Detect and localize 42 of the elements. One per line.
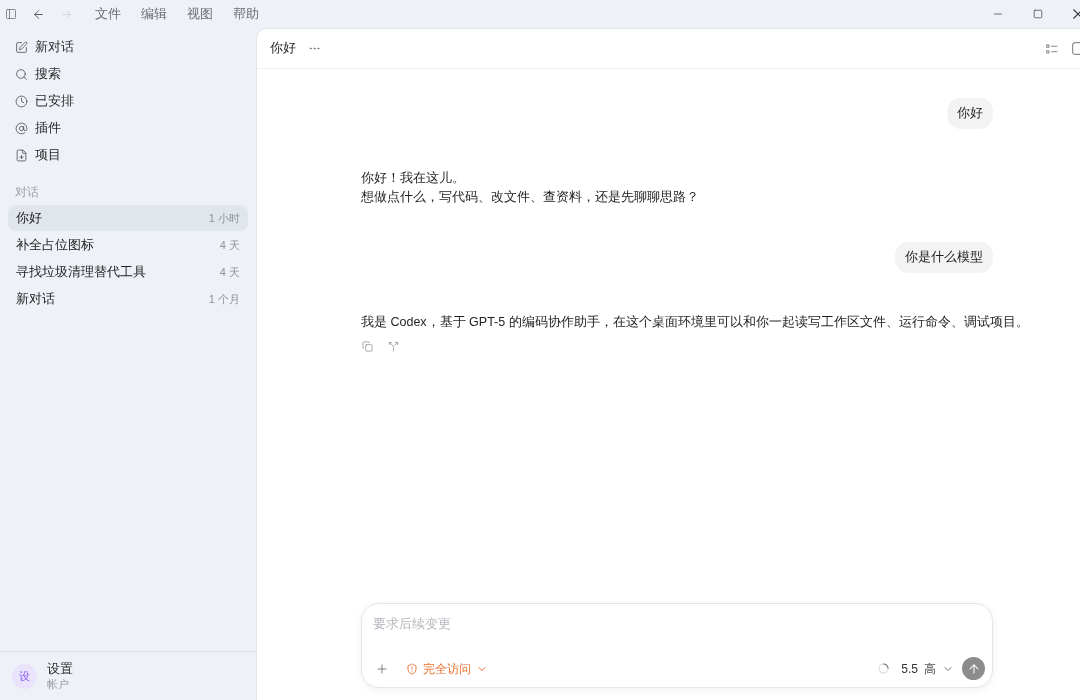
menu-item[interactable]: 帮助: [223, 3, 269, 25]
copy-icon: [361, 340, 373, 352]
clock-icon: [15, 95, 28, 108]
document-plus-icon: [15, 149, 28, 162]
panel-icon: [1072, 42, 1080, 55]
model-dropdown[interactable]: 5.5 高: [901, 659, 954, 678]
menu-item[interactable]: 编辑: [131, 3, 177, 25]
spinner-icon: [878, 663, 890, 674]
at-sign-icon: [15, 122, 28, 135]
assistant-message: 你好！我在这儿。 想做点什么，写代码、改文件、查资料，还是先聊聊思路？: [361, 170, 699, 206]
menu-item[interactable]: 文件: [85, 3, 131, 25]
account-button[interactable]: 设 设置 帐户: [12, 661, 73, 691]
chat-title: 你好: [270, 40, 296, 58]
copy-button[interactable]: [361, 340, 373, 352]
user-message: 你是什么模型: [895, 242, 993, 273]
maximize-icon: [1033, 9, 1043, 19]
checklist-icon: [1046, 43, 1058, 54]
sidebar-nav-item[interactable]: 项目: [8, 142, 248, 169]
shield-alert-icon: [406, 662, 418, 675]
split-button[interactable]: [387, 340, 399, 352]
search-icon: [15, 68, 28, 81]
assistant-message: 我是 Codex，基于 GPT-5 的编码协作助手，在这个桌面环境里可以和你一起读写工作区文件、运行命令、调试项目。: [361, 314, 1029, 331]
avatar: 设: [12, 663, 37, 689]
conversation-item[interactable]: 补全占位图标 4 天: [8, 232, 248, 258]
sidebar-toggle-icon: [5, 8, 17, 20]
user-message: 你好: [947, 98, 993, 129]
pen-square-icon: [15, 41, 28, 54]
send-button[interactable]: [962, 657, 985, 680]
plus-icon: [375, 661, 389, 676]
section-title: 对话: [15, 184, 39, 200]
message-input[interactable]: 要求后续变更: [373, 614, 981, 634]
conversation-item[interactable]: 寻找垃圾清理替代工具 4 天: [8, 259, 248, 285]
sidebar-nav-item[interactable]: 已安排: [8, 88, 248, 115]
split-arrows-icon: [387, 340, 399, 352]
sidebar-nav-item[interactable]: 搜索: [8, 61, 248, 88]
conversation-item[interactable]: 新对话 1 个月: [8, 286, 248, 312]
conversation-item[interactable]: 你好 1 小时: [8, 205, 248, 231]
panel-button[interactable]: [1072, 40, 1080, 57]
menu-item[interactable]: 视图: [177, 3, 223, 25]
sidebar-nav-item[interactable]: 插件: [8, 115, 248, 142]
close-icon: [1073, 9, 1080, 19]
sidebar-nav-item[interactable]: 新对话: [8, 34, 248, 61]
